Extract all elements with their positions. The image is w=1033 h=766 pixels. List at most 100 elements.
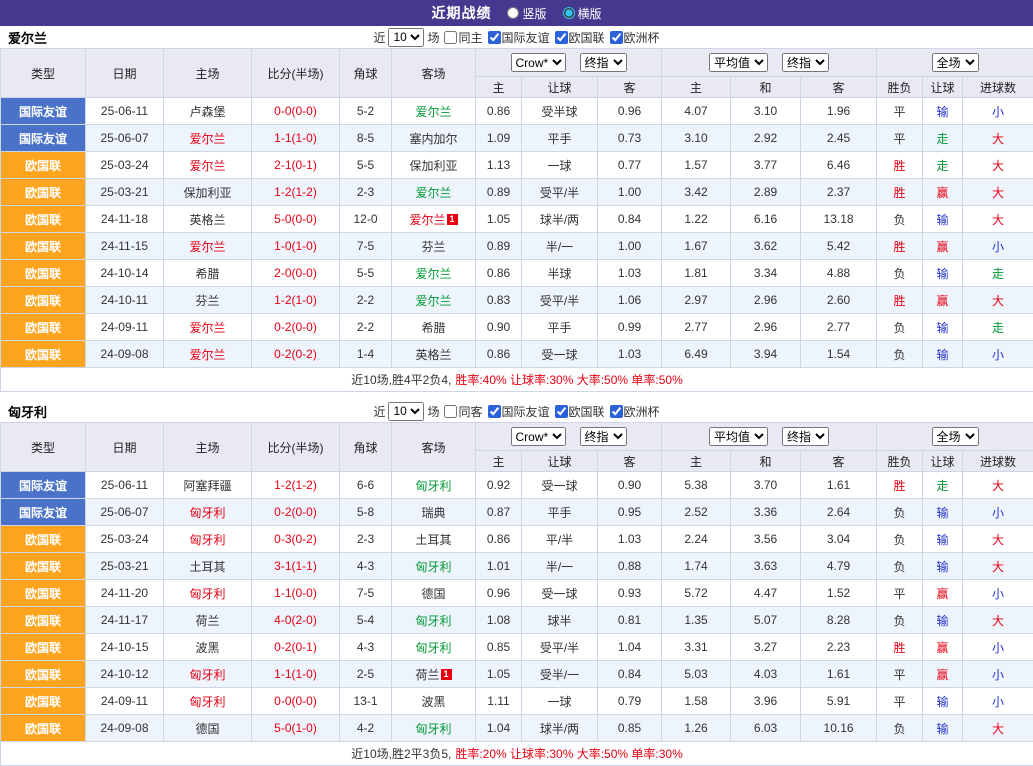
league-badge: 欧国联 <box>1 152 86 179</box>
league-filter[interactable]: 国际友谊 <box>483 403 550 420</box>
result-outcome: 负 <box>877 499 923 526</box>
match-date: 25-03-24 <box>86 526 164 553</box>
goals-result: 大 <box>963 472 1033 499</box>
subheader: 客 <box>801 77 877 98</box>
same-venue-checkbox[interactable] <box>444 405 457 418</box>
league-filter-checkbox[interactable] <box>555 31 568 44</box>
league-filter[interactable]: 欧洲杯 <box>605 29 660 46</box>
euro-away-odds: 4.88 <box>801 260 877 287</box>
subheader: 和 <box>731 77 801 98</box>
asia-handicap: 半/一 <box>522 233 598 260</box>
fulltime-select[interactable]: 全场 <box>932 53 979 72</box>
asia-handicap: 半球 <box>522 260 598 287</box>
euro-final-select[interactable]: 终指 <box>782 427 829 446</box>
euro-odds-header: 平均值终指 <box>662 423 877 451</box>
league-filter[interactable]: 欧国联 <box>550 403 605 420</box>
league-filter-checkbox[interactable] <box>610 31 623 44</box>
same-venue-checkbox[interactable] <box>444 31 457 44</box>
section-filter-bar: 匈牙利近10场同客国际友谊欧国联欧洲杯 <box>0 400 1033 422</box>
section-filter-bar: 爱尔兰近10场同主国际友谊欧国联欧洲杯 <box>0 26 1033 48</box>
fulltime-header: 全场 <box>877 49 1033 77</box>
fulltime-select[interactable]: 全场 <box>932 427 979 446</box>
match-date: 25-03-21 <box>86 553 164 580</box>
away-team: 保加利亚 <box>392 152 476 179</box>
league-filter[interactable]: 欧国联 <box>550 29 605 46</box>
away-team: 土耳其 <box>392 526 476 553</box>
asia-away-odds: 1.03 <box>598 526 662 553</box>
handicap-result: 赢 <box>923 179 963 206</box>
league-filter-checkbox[interactable] <box>488 405 501 418</box>
result-outcome: 负 <box>877 526 923 553</box>
league-filter-checkbox[interactable] <box>488 31 501 44</box>
euro-draw-odds: 2.96 <box>731 287 801 314</box>
horizontal-radio-input[interactable] <box>563 7 575 19</box>
match-row: 欧国联25-03-24匈牙利0-3(0-2)2-3土耳其0.86平/半1.032… <box>1 526 1033 553</box>
match-date: 24-09-11 <box>86 688 164 715</box>
summary-row: 近10场,胜4平2负4,胜率:40% 让球率:30% 大率:50% 单率:50% <box>1 368 1033 392</box>
asia-away-odds: 0.81 <box>598 607 662 634</box>
away-team: 匈牙利 <box>392 553 476 580</box>
euro-home-odds: 1.74 <box>662 553 731 580</box>
away-team: 匈牙利 <box>392 634 476 661</box>
asia-home-odds: 0.92 <box>476 472 522 499</box>
subheader: 进球数 <box>963 451 1033 472</box>
red-card-badge: 1 <box>441 669 452 680</box>
same-venue-filter[interactable]: 同客 <box>439 403 482 420</box>
games-label: 场 <box>427 403 439 420</box>
euro-home-odds: 2.52 <box>662 499 731 526</box>
match-row: 欧国联24-11-17荷兰4-0(2-0)5-4匈牙利1.08球半0.811.3… <box>1 607 1033 634</box>
corner-score: 5-2 <box>340 98 392 125</box>
bookmaker-select[interactable]: Crow* <box>511 53 566 72</box>
match-date: 24-09-08 <box>86 341 164 368</box>
layout-radio-horizontal[interactable]: 横版 <box>563 5 602 22</box>
match-score: 2-0(0-0) <box>252 260 340 287</box>
handicap-result: 输 <box>923 98 963 125</box>
asia-final-select[interactable]: 终指 <box>580 427 627 446</box>
asia-handicap: 一球 <box>522 152 598 179</box>
league-filter-checkbox[interactable] <box>610 405 623 418</box>
result-outcome: 胜 <box>877 287 923 314</box>
league-badge: 欧国联 <box>1 287 86 314</box>
bookmaker-select[interactable]: Crow* <box>511 427 566 446</box>
games-count-select[interactable]: 10 <box>388 402 424 421</box>
layout-radio-vertical[interactable]: 竖版 <box>507 5 546 22</box>
vertical-radio-input[interactable] <box>507 7 519 19</box>
home-team: 卢森堡 <box>164 98 252 125</box>
league-badge: 国际友谊 <box>1 125 86 152</box>
subheader: 和 <box>731 451 801 472</box>
same-venue-filter[interactable]: 同主 <box>439 29 482 46</box>
asia-away-odds: 0.79 <box>598 688 662 715</box>
euro-draw-odds: 3.63 <box>731 553 801 580</box>
asia-home-odds: 1.01 <box>476 553 522 580</box>
goals-result: 大 <box>963 179 1033 206</box>
corner-score: 5-4 <box>340 607 392 634</box>
euro-draw-odds: 3.27 <box>731 634 801 661</box>
asia-home-odds: 1.04 <box>476 715 522 742</box>
league-filter-checkbox[interactable] <box>555 405 568 418</box>
subheader: 客 <box>598 77 662 98</box>
euro-avg-select[interactable]: 平均值 <box>709 53 768 72</box>
league-filter[interactable]: 欧洲杯 <box>605 403 660 420</box>
asia-home-odds: 0.90 <box>476 314 522 341</box>
games-count-select[interactable]: 10 <box>388 28 424 47</box>
away-team: 瑞典 <box>392 499 476 526</box>
league-badge: 欧国联 <box>1 233 86 260</box>
handicap-result: 输 <box>923 607 963 634</box>
page-title: 近期战绩 <box>431 3 491 23</box>
euro-avg-select[interactable]: 平均值 <box>709 427 768 446</box>
header-corner: 角球 <box>340 49 392 98</box>
euro-final-select[interactable]: 终指 <box>782 53 829 72</box>
asia-final-select[interactable]: 终指 <box>580 53 627 72</box>
league-filter[interactable]: 国际友谊 <box>483 29 550 46</box>
corner-score: 5-5 <box>340 260 392 287</box>
euro-draw-odds: 6.03 <box>731 715 801 742</box>
handicap-result: 输 <box>923 206 963 233</box>
asia-away-odds: 1.00 <box>598 233 662 260</box>
match-row: 国际友谊25-06-11阿塞拜疆1-2(1-2)6-6匈牙利0.92受一球0.9… <box>1 472 1033 499</box>
goals-result: 走 <box>963 314 1033 341</box>
asia-odds-header: Crow* 终指 <box>476 423 662 451</box>
team-section: 爱尔兰近10场同主国际友谊欧国联欧洲杯类型日期主场比分(半场)角球客场Crow*… <box>0 26 1033 392</box>
euro-home-odds: 1.22 <box>662 206 731 233</box>
match-date: 25-06-11 <box>86 472 164 499</box>
handicap-result: 输 <box>923 260 963 287</box>
